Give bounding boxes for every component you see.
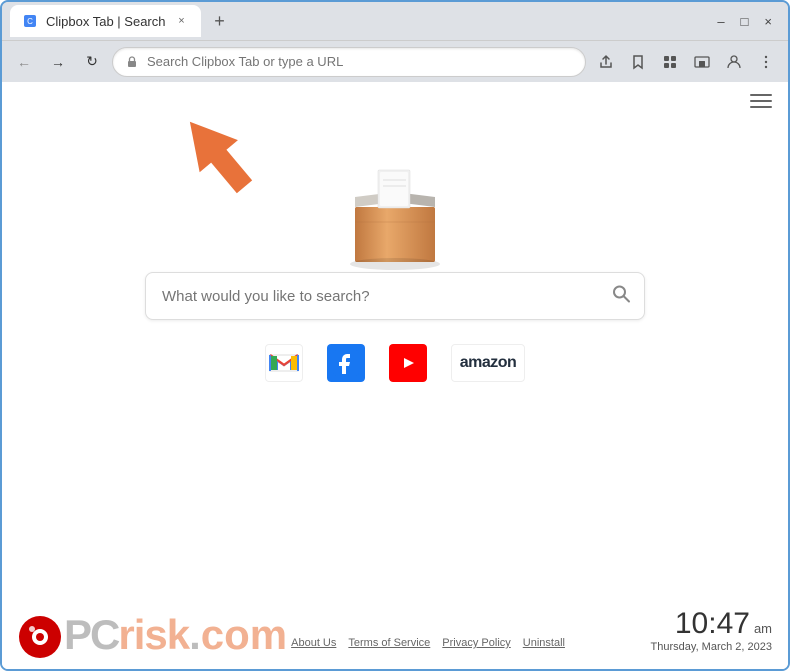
pcrisk-icon [18, 615, 62, 659]
gmail-link[interactable] [265, 344, 303, 382]
quick-links: amazon [265, 344, 526, 382]
browser-toolbar: ← → ↻ [2, 40, 788, 82]
share-icon[interactable] [592, 48, 620, 76]
browser-menu-icon[interactable] [752, 48, 780, 76]
footer-about-link[interactable]: About Us [291, 637, 336, 649]
extensions-icon[interactable] [656, 48, 684, 76]
clock-time: 10:47 [675, 607, 750, 641]
facebook-link[interactable] [327, 344, 365, 382]
title-bar: C Clipbox Tab | Search × + – □ × [2, 2, 788, 40]
tab-title: Clipbox Tab | Search [46, 14, 165, 29]
cast-icon[interactable] [688, 48, 716, 76]
bookmark-icon[interactable] [624, 48, 652, 76]
address-bar[interactable] [112, 47, 586, 77]
tab-close-button[interactable]: × [173, 13, 189, 29]
footer-tos-link[interactable]: Terms of Service [348, 637, 430, 649]
window-controls: – □ × [717, 14, 780, 29]
arrow-indicator [162, 100, 282, 225]
svg-text:C: C [27, 17, 33, 26]
hamburger-menu[interactable] [750, 94, 772, 108]
footer-privacy-link[interactable]: Privacy Policy [442, 637, 510, 649]
close-window-button[interactable]: × [764, 14, 772, 29]
search-container [145, 272, 645, 320]
forward-button[interactable]: → [44, 48, 72, 76]
page-footer: PC risk . com About Us Terms of Service … [2, 589, 788, 669]
clipbox-illustration [330, 142, 460, 272]
risk-text: risk [118, 611, 189, 659]
lock-icon [125, 55, 139, 69]
footer-uninstall-link[interactable]: Uninstall [523, 637, 565, 649]
back-button[interactable]: ← [10, 48, 38, 76]
browser-frame: C Clipbox Tab | Search × + – □ × ← → ↻ [0, 0, 790, 671]
domain-com: com [201, 611, 287, 659]
minimize-button[interactable]: – [717, 14, 724, 29]
domain-dot: . [189, 611, 201, 659]
clock-date: Thursday, March 2, 2023 [651, 641, 772, 653]
pc-text: PC [64, 611, 118, 659]
footer-links: About Us Terms of Service Privacy Policy… [291, 637, 565, 659]
search-input[interactable] [145, 272, 645, 320]
amazon-label: amazon [460, 354, 517, 372]
page-content: amazon PC risk . com [2, 82, 788, 669]
refresh-button[interactable]: ↻ [78, 48, 106, 76]
search-button[interactable] [611, 284, 631, 309]
new-tab-button[interactable]: + [205, 7, 233, 35]
address-input[interactable] [147, 54, 573, 69]
clock-ampm: am [754, 621, 772, 636]
profile-icon[interactable] [720, 48, 748, 76]
tab-favicon: C [22, 13, 38, 29]
amazon-link[interactable]: amazon [451, 344, 526, 382]
youtube-link[interactable] [389, 344, 427, 382]
maximize-button[interactable]: □ [741, 14, 749, 29]
logo-container [330, 142, 460, 272]
toolbar-right [592, 48, 780, 76]
clock-area: 10:47 am Thursday, March 2, 2023 [651, 607, 772, 659]
active-tab[interactable]: C Clipbox Tab | Search × [10, 5, 201, 37]
